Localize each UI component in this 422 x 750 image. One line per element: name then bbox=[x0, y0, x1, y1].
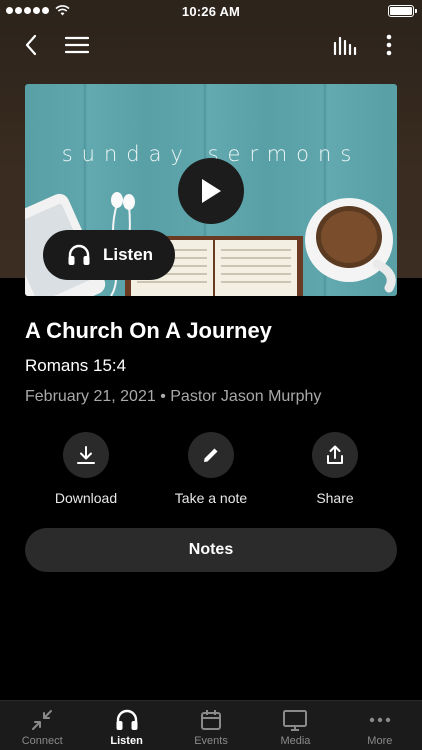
sermon-artwork: sunday sermons Listen bbox=[25, 84, 397, 296]
tab-media-label: Media bbox=[280, 735, 311, 747]
status-time: 10:26 AM bbox=[181, 4, 241, 19]
share-icon bbox=[327, 445, 343, 464]
share-button[interactable] bbox=[312, 432, 358, 478]
tab-media[interactable]: Media bbox=[253, 701, 337, 750]
download-label: Download bbox=[54, 490, 118, 506]
sermon-scripture: Romans 15:4 bbox=[25, 356, 127, 375]
audio-button[interactable] bbox=[330, 30, 360, 60]
connect-icon bbox=[32, 710, 53, 730]
take-note-label: Take a note bbox=[174, 490, 248, 506]
sermon-date-speaker: February 21, 2021 • Pastor Jason Murphy bbox=[25, 388, 322, 405]
vertical-dots-icon bbox=[386, 34, 392, 56]
back-button[interactable] bbox=[16, 30, 46, 60]
more-options-button[interactable] bbox=[374, 30, 404, 60]
play-icon bbox=[202, 179, 221, 203]
tab-more-label: More bbox=[367, 735, 393, 747]
download-icon bbox=[77, 446, 95, 464]
tab-connect[interactable]: Connect bbox=[0, 701, 84, 750]
headphones-icon bbox=[116, 709, 138, 730]
tab-connect-label: Connect bbox=[21, 735, 63, 747]
top-nav bbox=[0, 24, 422, 64]
take-note-action[interactable]: Take a note bbox=[151, 432, 271, 506]
share-action[interactable]: Share bbox=[275, 432, 395, 506]
download-action[interactable]: Download bbox=[26, 432, 146, 506]
tab-events[interactable]: Events bbox=[169, 701, 253, 750]
tab-more[interactable]: More bbox=[338, 701, 422, 750]
hamburger-icon bbox=[65, 36, 89, 54]
dots-icon bbox=[369, 717, 391, 723]
listen-button[interactable]: Listen bbox=[43, 230, 175, 280]
pencil-icon bbox=[204, 448, 218, 462]
play-button[interactable] bbox=[178, 158, 244, 224]
chevron-left-icon bbox=[25, 34, 37, 56]
tab-listen[interactable]: Listen bbox=[84, 701, 168, 750]
notes-button[interactable]: Notes bbox=[25, 528, 397, 572]
menu-button[interactable] bbox=[62, 30, 92, 60]
equalizer-icon bbox=[333, 36, 357, 55]
headphones-icon bbox=[68, 244, 90, 265]
tab-listen-label: Listen bbox=[110, 735, 143, 747]
battery-icon bbox=[388, 5, 417, 17]
tab-events-label: Events bbox=[194, 735, 228, 747]
calendar-icon bbox=[201, 710, 222, 730]
tv-icon bbox=[283, 710, 308, 731]
share-label: Share bbox=[316, 490, 354, 506]
status-bar: 10:26 AM bbox=[0, 0, 422, 24]
sermon-title: A Church On A Journey bbox=[25, 318, 272, 343]
tab-bar: Connect Listen Events Media More bbox=[0, 700, 422, 750]
download-button[interactable] bbox=[63, 432, 109, 478]
listen-label: Listen bbox=[103, 245, 154, 264]
action-row: Download Take a note Share bbox=[0, 432, 422, 512]
take-note-button[interactable] bbox=[188, 432, 234, 478]
